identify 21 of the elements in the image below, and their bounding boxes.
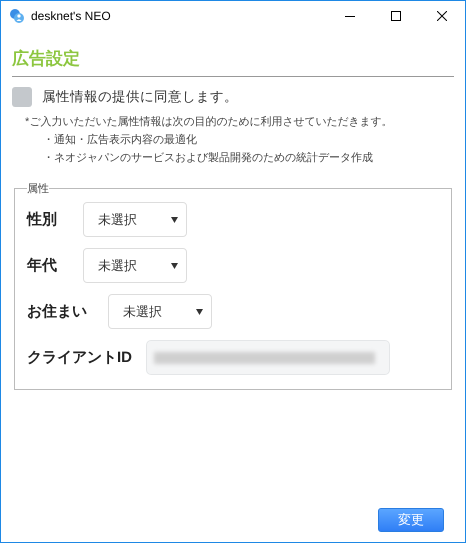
- page-heading: 広告設定: [12, 47, 454, 77]
- field-label: クライアントID: [27, 348, 132, 367]
- select-field[interactable]: 未選択: [83, 248, 187, 283]
- consent-checkbox[interactable]: [12, 87, 32, 107]
- field-label: 年代: [27, 256, 58, 275]
- note-text: ・ネオジャパンのサービスおよび製品開発のための統計データ作成: [43, 150, 374, 166]
- maximize-icon: [391, 11, 401, 21]
- note-text: *ご入力いただいた属性情報は次の目的のために利用させていただきます。: [25, 115, 394, 130]
- close-icon: [437, 11, 447, 21]
- window-title: desknet's NEO: [31, 9, 112, 23]
- field-label: 性別: [27, 210, 58, 229]
- caret-icon: [171, 216, 178, 222]
- app-logo-icon: [9, 8, 25, 24]
- consent-label: 属性情報の提供に同意します。: [42, 88, 238, 106]
- select-field[interactable]: 未選択: [108, 294, 212, 329]
- caret-icon: [196, 308, 203, 314]
- note-text: ・通知・広告表示内容の最適化: [43, 132, 198, 148]
- field-label: お住まい: [27, 302, 87, 321]
- group-legend: 属性: [27, 181, 49, 196]
- select-field[interactable]: 未選択: [83, 202, 187, 237]
- caret-icon: [171, 262, 178, 268]
